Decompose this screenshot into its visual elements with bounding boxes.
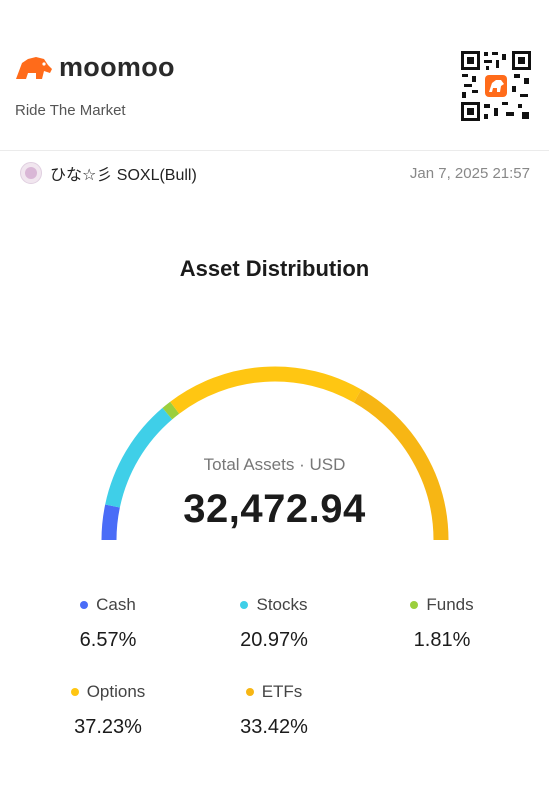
total-assets-value: 32,472.94 (183, 487, 366, 531)
moomoo-logo: moomoo (14, 52, 175, 83)
gauge-segment-funds (162, 401, 180, 420)
page-title: Asset Distribution (179, 256, 370, 281)
legend-item-cash: Cash 6.57% (38, 595, 178, 652)
legend-percent-stocks: 20.97% (240, 629, 308, 651)
brand-name: moomoo (59, 52, 175, 82)
legend-dot (245, 688, 254, 696)
total-assets-label: Total Assets · USD (203, 455, 346, 474)
brand-tagline: Ride The Market (15, 102, 126, 119)
bull-logo-icon (16, 56, 52, 79)
qr-code-icon (460, 50, 532, 122)
legend-label-cash: Cash (96, 595, 136, 614)
legend-label-options: Options (86, 682, 146, 701)
legend-label-etfs: ETFs (261, 682, 303, 701)
legend-label-funds: Funds (426, 595, 474, 614)
avatar (20, 162, 42, 184)
legend-item-funds: Funds 1.81% (372, 595, 512, 652)
timestamp: Jan 7, 2025 21:57 (409, 164, 530, 182)
legend-percent-etfs: 33.42% (240, 716, 308, 738)
legend-item-stocks: Stocks 20.97% (204, 595, 344, 652)
legend-percent-options: 37.23% (74, 716, 142, 738)
legend-dot (80, 601, 89, 609)
legend-percent-funds: 1.81% (413, 629, 471, 651)
user-row: ひな☆彡 SOXL(Bull) Jan 7, 2025 21:57 (20, 160, 530, 186)
gauge-segment-options (170, 366, 362, 414)
share-header: moomoo Ride The Market (0, 0, 549, 150)
legend-item-etfs: ETFs 33.42% (204, 682, 344, 739)
legend-percent-cash: 6.57% (79, 629, 137, 651)
header-divider (0, 150, 549, 151)
legend-item-options: Options 37.23% (38, 682, 178, 739)
legend-label-stocks: Stocks (256, 595, 308, 614)
legend-dot (240, 601, 249, 609)
legend-dot (70, 688, 79, 696)
username: ひな☆彡 SOXL(Bull) (50, 167, 197, 184)
legend-dot (410, 601, 419, 609)
